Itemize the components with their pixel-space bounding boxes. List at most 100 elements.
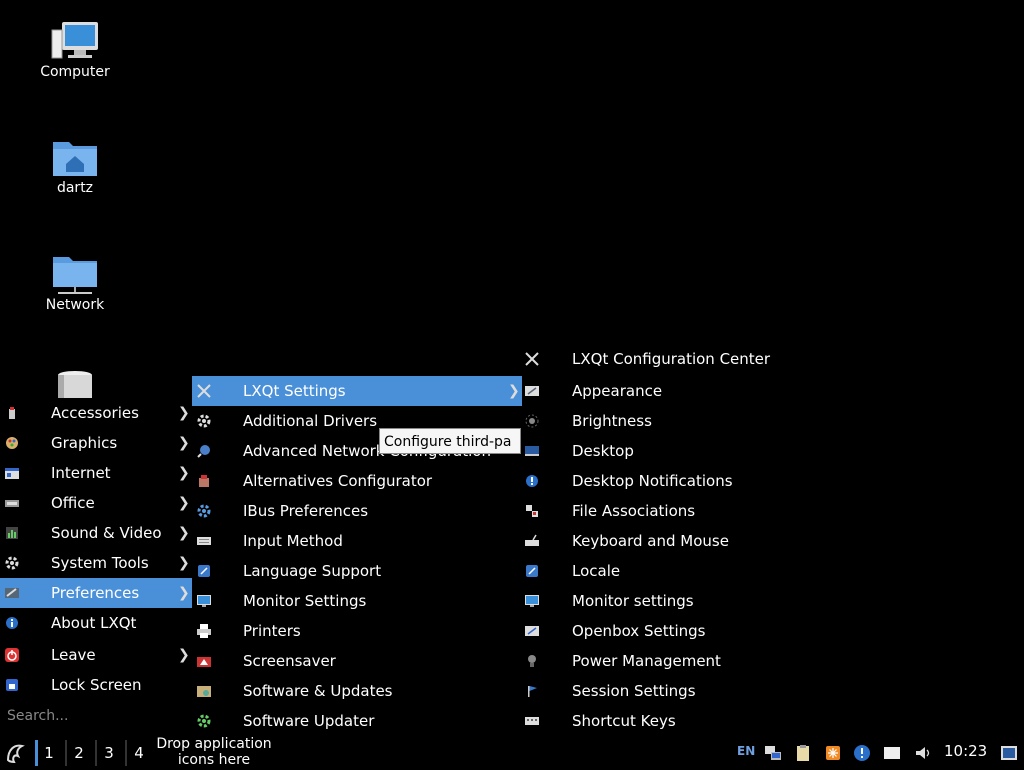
openbox-icon	[525, 626, 539, 636]
menu-item-keyboard-mouse[interactable]: Keyboard and Mouse	[522, 526, 822, 556]
menu-item-desktop[interactable]: Desktop	[522, 436, 822, 466]
menu-item-label: Screensaver	[243, 652, 336, 670]
desktop-icon-home[interactable]: dartz	[20, 136, 130, 196]
window-list-icon[interactable]	[1000, 744, 1018, 762]
lock-icon	[6, 679, 18, 691]
monitor-settings-icon	[525, 595, 539, 607]
menu-item-office[interactable]: Office ❯	[0, 488, 192, 518]
desktop-icon	[525, 446, 539, 456]
desktop-icon-label: Computer	[40, 64, 110, 80]
menu-item-preferences[interactable]: Preferences ❯	[0, 578, 192, 608]
quicklaunch-drop-area[interactable]: Drop application icons here	[152, 736, 276, 768]
menu-item-label: Openbox Settings	[572, 622, 706, 640]
software-icon	[197, 686, 211, 697]
power-icon	[528, 655, 536, 667]
menu-item-label: Appearance	[572, 382, 663, 400]
menu-item-label: Leave	[51, 646, 96, 664]
network-config-icon	[197, 445, 210, 458]
chevron-right-icon: ❯	[508, 383, 520, 399]
menu-item-appearance[interactable]: Appearance	[522, 376, 822, 406]
show-desktop-icon[interactable]	[883, 744, 901, 762]
desktop-icon-network[interactable]: Network	[20, 253, 130, 313]
menu-item-label: Monitor settings	[572, 592, 694, 610]
desktop-icon-trash[interactable]	[20, 370, 130, 398]
office-icon	[5, 500, 19, 507]
locale-icon	[526, 565, 538, 577]
search-input[interactable]: Search...	[7, 708, 68, 724]
menu-item-label: Brightness	[572, 412, 652, 430]
menu-item-shortcut-keys[interactable]: Shortcut Keys	[522, 706, 822, 736]
chevron-right-icon: ❯	[178, 405, 190, 421]
desktop-switch-3[interactable]: 3	[98, 740, 120, 766]
menu-item-ibus[interactable]: IBus Preferences	[192, 496, 522, 526]
menu-item-screensaver[interactable]: Screensaver	[192, 646, 522, 676]
desktop-switch-1[interactable]: 1	[38, 740, 60, 766]
desktop-switch-4[interactable]: 4	[128, 740, 150, 766]
menu-item-power-management[interactable]: Power Management	[522, 646, 822, 676]
menu-item-openbox-settings[interactable]: Openbox Settings	[522, 616, 822, 646]
menu-item-accessories[interactable]: Accessories ❯	[0, 398, 192, 428]
clipboard-tray-icon[interactable]	[794, 744, 812, 762]
keyboard-icon	[197, 537, 211, 545]
drop-text-line: Drop application	[156, 736, 272, 752]
menu-item-system-tools[interactable]: System Tools ❯	[0, 548, 192, 578]
menu-item-leave[interactable]: Leave ❯	[0, 640, 192, 670]
desktop-icon-label: Network	[45, 297, 105, 313]
menu-item-printers[interactable]: Printers	[192, 616, 522, 646]
lxqt-settings-icon	[197, 384, 211, 398]
system-tools-icon	[5, 556, 19, 570]
menu-item-file-associations[interactable]: File Associations	[522, 496, 822, 526]
menu-item-language-support[interactable]: Language Support	[192, 556, 522, 586]
appearance-icon	[525, 386, 539, 396]
notification-tray-icon[interactable]	[853, 744, 871, 762]
menu-item-label: Desktop	[572, 442, 634, 460]
desktop-icon-computer[interactable]: Computer	[20, 20, 130, 80]
menu-item-internet[interactable]: Internet ❯	[0, 458, 192, 488]
menu-item-monitor-settings[interactable]: Monitor Settings	[192, 586, 522, 616]
main-menu-button[interactable]	[4, 740, 28, 766]
menu-item-software-updater[interactable]: Software Updater	[192, 706, 522, 736]
chevron-right-icon: ❯	[178, 465, 190, 481]
desktop-switch-2[interactable]: 2	[68, 740, 90, 766]
drop-text-line: icons here	[177, 752, 251, 768]
computer-icon	[51, 22, 98, 59]
menu-item-desktop-notifications[interactable]: Desktop Notifications	[522, 466, 822, 496]
menu-item-sound-video[interactable]: Sound & Video ❯	[0, 518, 192, 548]
menu-item-label: LXQt Configuration Center	[572, 350, 771, 368]
menu-item-input-method[interactable]: Input Method	[192, 526, 522, 556]
chevron-right-icon: ❯	[178, 525, 190, 541]
about-icon	[6, 617, 18, 629]
menu-item-lxqt-settings[interactable]: LXQt Settings ❯	[192, 376, 522, 406]
menu-item-brightness[interactable]: Brightness	[522, 406, 822, 436]
menu-item-label: Internet	[51, 464, 111, 482]
menu-item-session-settings[interactable]: Session Settings	[522, 676, 822, 706]
menu-item-monitor-settings-lxqt[interactable]: Monitor settings	[522, 586, 822, 616]
menu-item-label: Office	[51, 494, 95, 512]
menu-item-label: Power Management	[572, 652, 721, 670]
menu-item-alternatives[interactable]: Alternatives Configurator	[192, 466, 522, 496]
updater-icon	[197, 714, 211, 728]
menu-item-label: System Tools	[51, 554, 149, 572]
menu-item-graphics[interactable]: Graphics ❯	[0, 428, 192, 458]
menu-item-config-center[interactable]: LXQt Configuration Center	[522, 344, 822, 374]
menu-item-label: Monitor Settings	[243, 592, 367, 610]
keyboard-layout-indicator[interactable]: EN	[737, 744, 755, 758]
printer-icon	[197, 624, 211, 638]
menu-item-label: Additional Drivers	[243, 412, 378, 430]
menu-item-label: Sound & Video	[51, 524, 162, 542]
volume-icon[interactable]	[914, 744, 932, 762]
file-associations-icon	[526, 505, 538, 517]
internet-icon	[5, 468, 19, 479]
menu-item-about[interactable]: About LXQt	[0, 608, 192, 638]
menu-item-software-updates[interactable]: Software & Updates	[192, 676, 522, 706]
clock[interactable]: 10:23	[944, 742, 987, 760]
application-menu: Accessories ❯ Graphics ❯ Internet ❯ Offi…	[0, 398, 192, 708]
shortcut-keys-icon	[525, 717, 539, 725]
network-tray-icon[interactable]	[764, 744, 782, 762]
menu-item-label: Lock Screen	[51, 676, 142, 694]
menu-item-locale[interactable]: Locale	[522, 556, 822, 586]
sound-video-icon	[6, 527, 18, 539]
updates-tray-icon[interactable]	[824, 744, 842, 762]
menu-item-lock-screen[interactable]: Lock Screen	[0, 670, 192, 700]
tooltip: Configure third-pa	[379, 428, 521, 454]
